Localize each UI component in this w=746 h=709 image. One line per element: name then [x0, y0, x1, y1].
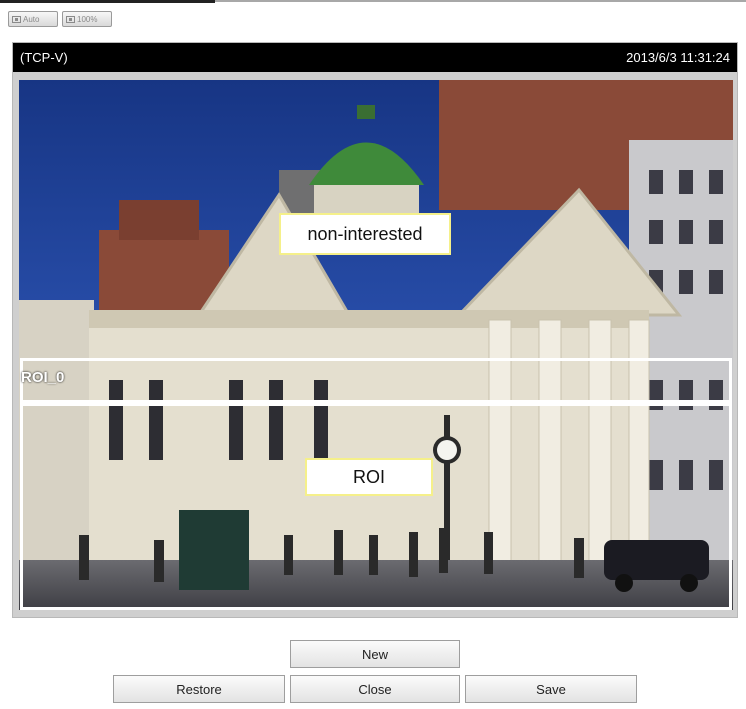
view-100-label: 100% [77, 14, 98, 24]
close-button[interactable]: Close [290, 675, 460, 703]
tab-indicator [0, 0, 215, 3]
actual-size-icon [66, 15, 75, 23]
restore-button[interactable]: Restore [113, 675, 285, 703]
view-100-button[interactable]: 100% [62, 11, 112, 27]
non-interested-label: non-interested [279, 213, 451, 255]
roi-0-name: ROI_0 [21, 369, 65, 386]
video-viewer: (TCP-V) 2013/6/3 11:31:24 ROI_0 non-inte… [12, 42, 738, 618]
new-button[interactable]: New [290, 640, 460, 668]
roi-label: ROI [305, 458, 433, 496]
fit-window-icon [12, 15, 21, 23]
roi-0-region[interactable] [20, 358, 732, 403]
timestamp: 2013/6/3 11:31:24 [626, 50, 730, 65]
video-header: (TCP-V) 2013/6/3 11:31:24 [13, 43, 737, 72]
view-auto-button[interactable]: Auto [8, 11, 58, 27]
save-button[interactable]: Save [465, 675, 637, 703]
roi-region[interactable] [20, 403, 732, 610]
stream-label: (TCP-V) [20, 50, 68, 65]
view-auto-label: Auto [23, 14, 40, 24]
